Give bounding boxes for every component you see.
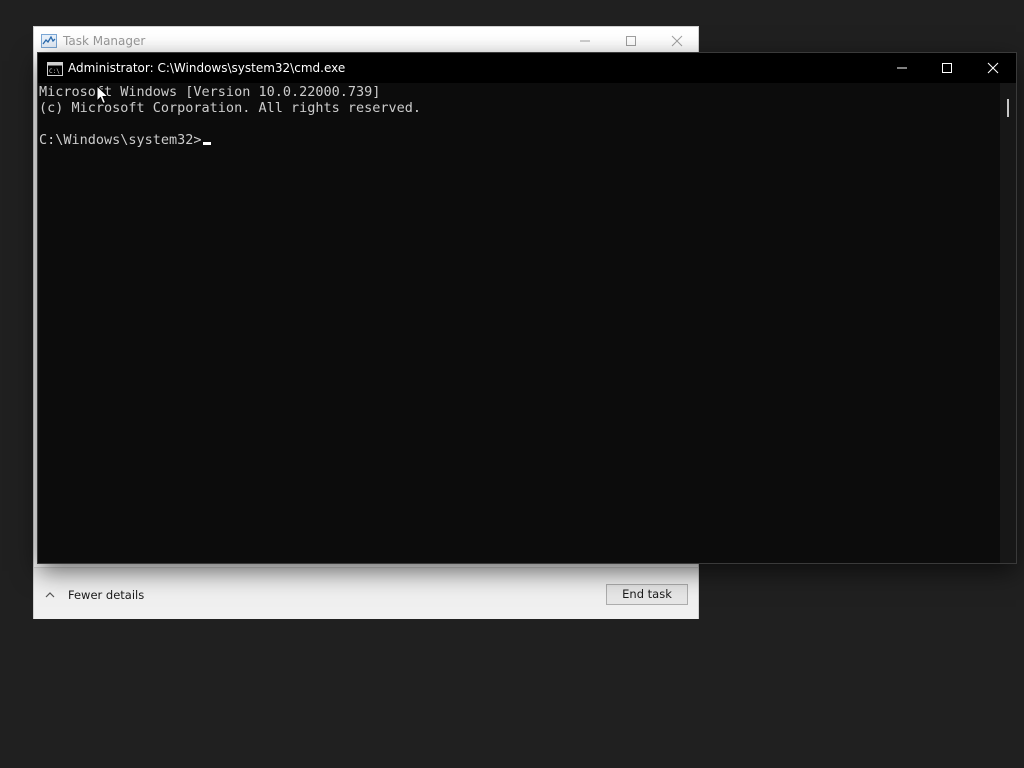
task-manager-maximize-button[interactable] [608, 27, 654, 55]
fewer-details-label: Fewer details [68, 588, 145, 602]
scrollbar-thumb[interactable] [1007, 99, 1009, 117]
minimize-icon [897, 67, 907, 69]
end-task-button[interactable]: End task [606, 584, 688, 605]
prompt-text: C:\Windows\system32> [39, 132, 202, 148]
task-manager-title: Task Manager [63, 34, 146, 48]
cmd-close-button[interactable] [970, 53, 1016, 83]
fewer-details-button[interactable]: Fewer details [44, 586, 144, 604]
chevron-up-icon [45, 592, 55, 598]
maximize-icon [942, 63, 952, 73]
cmd-title: Administrator: C:\Windows\system32\cmd.e… [68, 61, 346, 75]
maximize-icon [626, 36, 636, 46]
task-manager-titlebar[interactable]: Task Manager [34, 27, 698, 55]
close-icon [987, 62, 999, 74]
close-icon [671, 35, 683, 47]
task-manager-footer: Fewer details End task [34, 567, 698, 619]
console-output[interactable]: Microsoft Windows [Version 10.0.22000.73… [38, 83, 1000, 563]
cmd-maximize-button[interactable] [924, 53, 970, 83]
cmd-window[interactable]: C:\ Administrator: C:\Windows\system32\c… [38, 53, 1016, 563]
task-manager-icon [41, 33, 57, 48]
minimize-icon [580, 40, 590, 42]
vertical-scrollbar[interactable] [1000, 83, 1016, 563]
cmd-icon: C:\ [47, 61, 63, 76]
task-manager-close-button[interactable] [654, 27, 700, 55]
command-prompt-line[interactable]: C:\Windows\system32> [39, 132, 211, 148]
mouse-pointer-icon [96, 85, 110, 105]
svg-text:C:\: C:\ [49, 68, 60, 75]
console-line: Microsoft Windows [Version 10.0.22000.73… [39, 84, 381, 100]
cmd-titlebar[interactable]: C:\ Administrator: C:\Windows\system32\c… [38, 53, 1016, 83]
cmd-minimize-button[interactable] [879, 53, 925, 83]
desktop: Task Manager Fewer details End task C:\ … [0, 0, 1024, 768]
task-manager-minimize-button[interactable] [562, 27, 608, 55]
text-cursor [202, 142, 211, 145]
